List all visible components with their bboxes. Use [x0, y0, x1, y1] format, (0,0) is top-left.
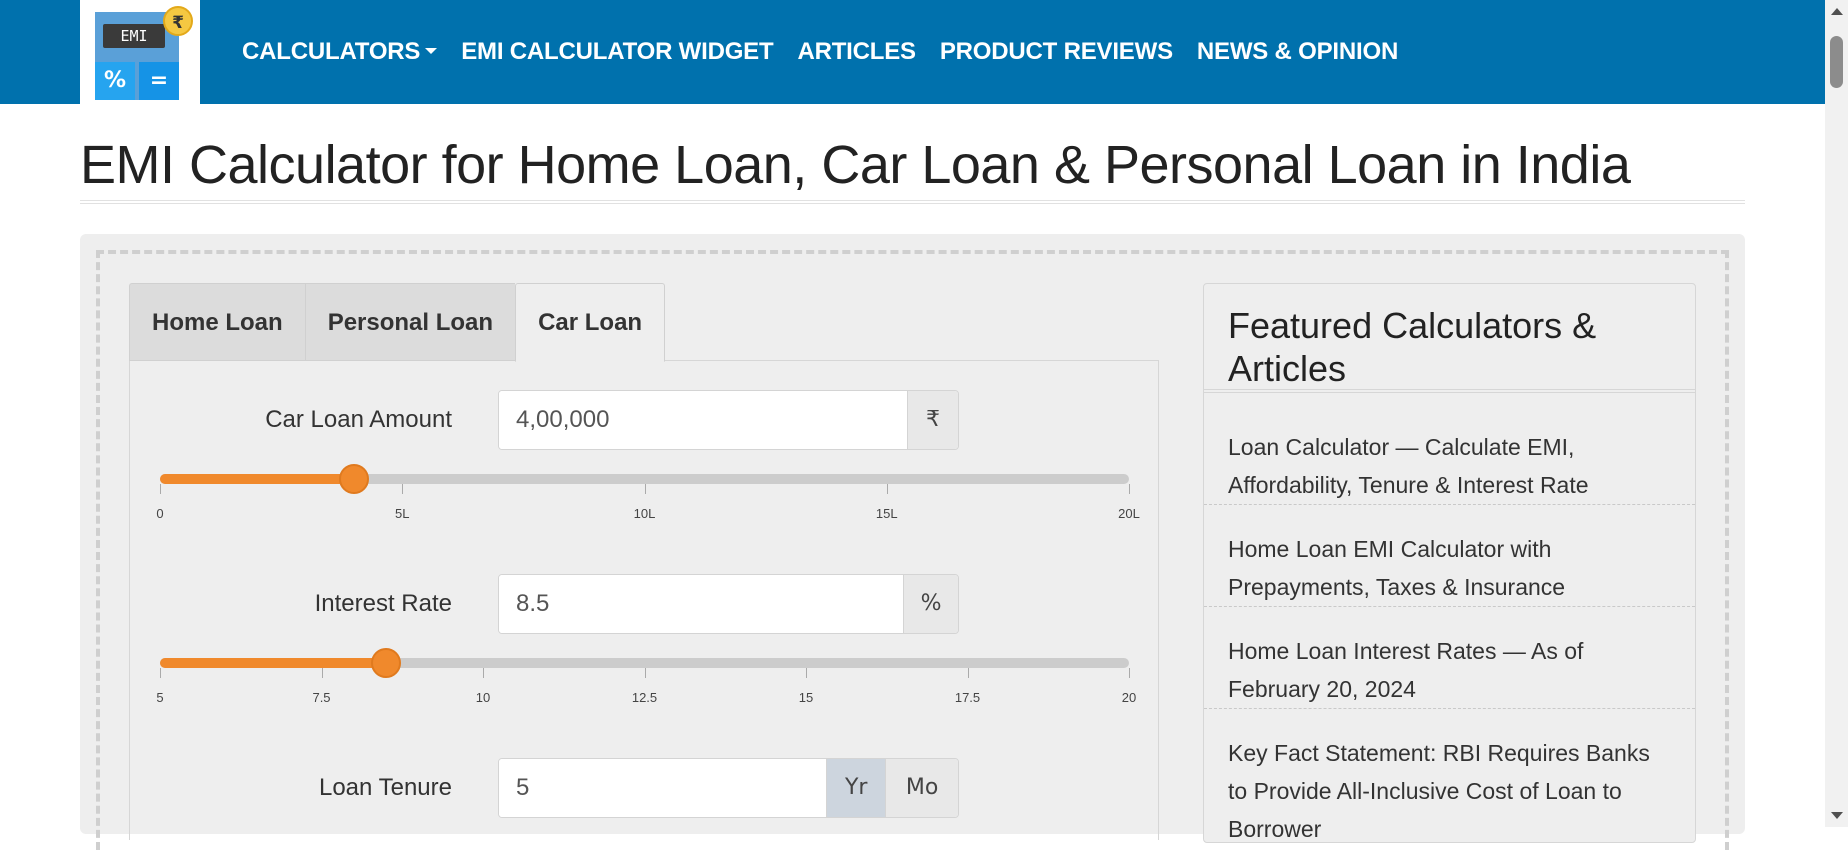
interest-rate-tick	[1129, 668, 1130, 678]
percent-addon: %	[903, 575, 958, 633]
loan-tenure-input[interactable]	[499, 759, 827, 817]
title-divider	[80, 200, 1745, 204]
loan-tenure-label: Loan Tenure	[318, 774, 452, 801]
loan-amount-tick-label: 10L	[633, 506, 656, 521]
tenure-month-toggle[interactable]: Mo	[885, 759, 958, 817]
nav-product-reviews[interactable]: PRODUCT REVIEWS	[940, 38, 1173, 66]
loan-amount-input[interactable]	[499, 391, 908, 449]
featured-divider	[1204, 389, 1695, 393]
featured-link-interest-rates[interactable]: Home Loan Interest Rates — As of Februar…	[1204, 632, 1695, 709]
interest-rate-tick	[644, 668, 646, 678]
scroll-down-arrow-icon[interactable]	[1831, 812, 1843, 819]
interest-rate-tick-label: 7.5	[312, 690, 331, 705]
tab-home-loan[interactable]: Home Loan	[129, 283, 305, 361]
featured-title: Featured Calculators & Articles	[1228, 305, 1597, 389]
loan-amount-tick-label: 15L	[875, 506, 898, 521]
loan-tenure-group: Yr Mo	[498, 758, 959, 818]
interest-rate-tick	[967, 668, 969, 678]
rupee-coin-icon: ₹	[163, 6, 193, 36]
logo-screen: EMI	[103, 24, 165, 48]
tab-personal-loan[interactable]: Personal Loan	[304, 283, 516, 361]
loan-amount-tick-label: 5L	[395, 506, 410, 521]
featured-link-loan-calculator[interactable]: Loan Calculator — Calculate EMI, Afforda…	[1204, 428, 1695, 505]
loan-type-tabs: Home Loan Personal Loan Car Loan	[129, 283, 666, 362]
interest-rate-tick	[806, 668, 807, 678]
logo-percent-key: %	[95, 62, 135, 100]
interest-rate-tick-label: 12.5	[631, 690, 658, 705]
loan-amount-group: ₹	[498, 390, 959, 450]
loan-amount-tick-label: 20L	[1118, 506, 1140, 521]
loan-amount-tick-label: 0	[156, 506, 164, 521]
main-nav: CALCULATORS EMI CALCULATOR WIDGET ARTICL…	[242, 0, 1422, 104]
scroll-thumb[interactable]	[1830, 36, 1843, 88]
rupee-addon: ₹	[907, 391, 958, 449]
logo-equals-key: =	[139, 62, 179, 100]
nav-calculators[interactable]: CALCULATORS	[242, 38, 438, 66]
loan-amount-tick	[160, 484, 161, 494]
tab-car-loan[interactable]: Car Loan	[515, 283, 666, 362]
top-navbar: CALCULATORS EMI CALCULATOR WIDGET ARTICL…	[0, 0, 1825, 104]
page-title: EMI Calculator for Home Loan, Car Loan &…	[80, 135, 1631, 195]
interest-rate-slider[interactable]	[160, 648, 1129, 678]
loan-amount-label: Car Loan Amount	[265, 406, 452, 433]
featured-link-key-fact-statement[interactable]: Key Fact Statement: RBI Requires Banks t…	[1204, 734, 1695, 848]
loan-amount-slider[interactable]	[160, 464, 1129, 494]
page-scrollbar[interactable]	[1825, 0, 1848, 827]
loan-amount-slider-handle[interactable]	[338, 464, 369, 494]
interest-rate-slider-fill	[160, 658, 386, 668]
caret-down-icon	[425, 48, 438, 55]
loan-amount-tick	[886, 484, 888, 494]
scroll-up-arrow-icon[interactable]	[1831, 8, 1843, 15]
interest-rate-tick-label: 10	[475, 690, 491, 705]
interest-rate-label: Interest Rate	[314, 590, 452, 617]
interest-rate-slider-handle[interactable]	[370, 648, 401, 678]
interest-rate-tick-label: 5	[156, 690, 164, 705]
interest-rate-tick	[483, 668, 484, 678]
loan-amount-slider-fill	[160, 474, 354, 484]
loan-amount-tick	[402, 484, 404, 494]
nav-articles[interactable]: ARTICLES	[797, 38, 916, 66]
interest-rate-input[interactable]	[499, 575, 904, 633]
interest-rate-tick-label: 17.5	[954, 690, 981, 705]
interest-rate-group: %	[498, 574, 959, 634]
interest-rate-tick-label: 15	[798, 690, 814, 705]
nav-news-opinion[interactable]: NEWS & OPINION	[1197, 38, 1398, 66]
nav-emi-calculator-widget[interactable]: EMI CALCULATOR WIDGET	[461, 38, 773, 66]
interest-rate-tick	[321, 668, 323, 678]
emi-calculator-logo-icon: EMI % = ₹	[95, 6, 193, 102]
loan-amount-tick	[1129, 484, 1130, 494]
featured-link-home-loan-emi[interactable]: Home Loan EMI Calculator with Prepayment…	[1204, 530, 1695, 607]
interest-rate-tick	[160, 668, 161, 678]
site-logo[interactable]: EMI % = ₹	[80, 0, 200, 120]
featured-panel: Featured Calculators & Articles Loan Cal…	[1203, 283, 1696, 843]
interest-rate-tick-label: 20	[1121, 690, 1137, 705]
nav-calculators-label: CALCULATORS	[242, 38, 421, 65]
loan-amount-tick	[644, 484, 646, 494]
tenure-year-toggle[interactable]: Yr	[826, 759, 886, 817]
